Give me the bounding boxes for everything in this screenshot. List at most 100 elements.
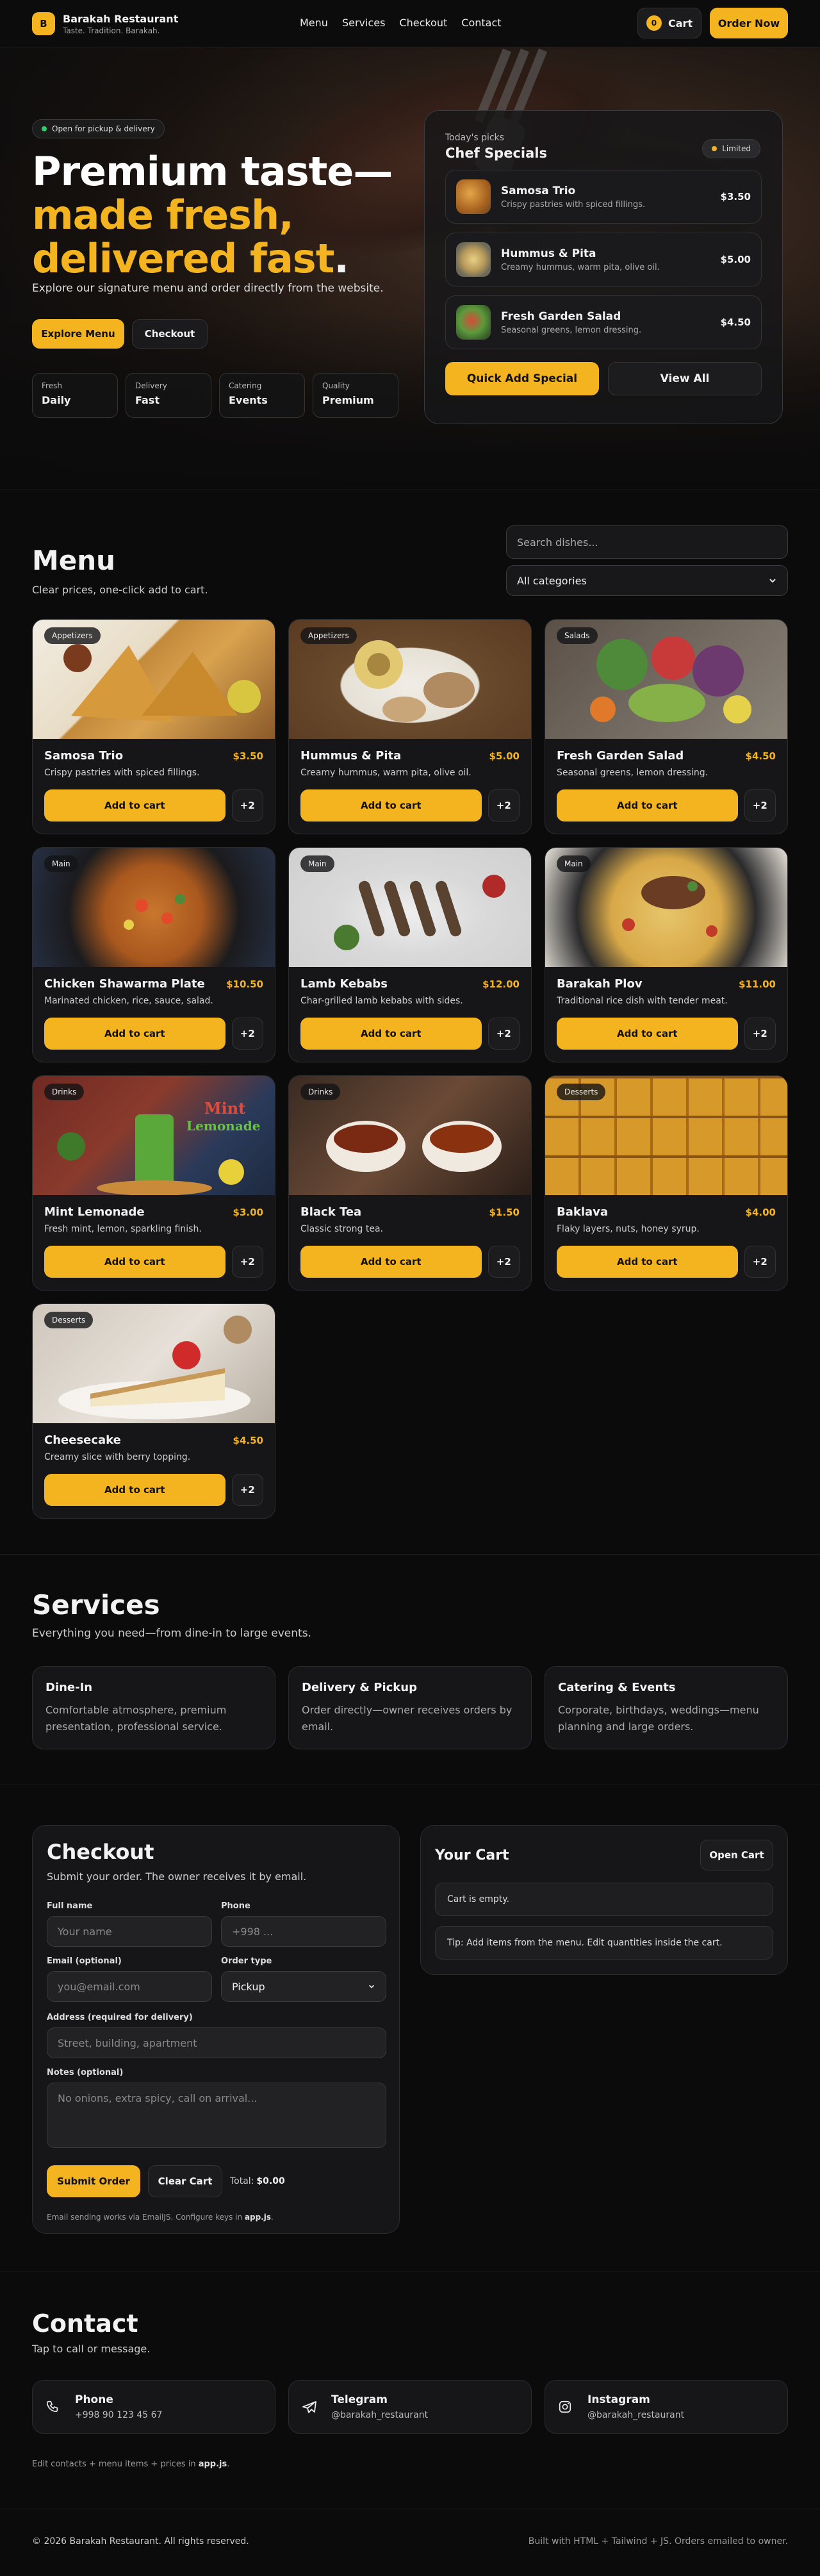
menu-item-desc: Crispy pastries with spiced fillings. — [44, 768, 200, 778]
category-select-value: All categories — [517, 574, 587, 587]
add-to-cart-button[interactable]: Add to cart — [557, 789, 738, 822]
category-tag: Desserts — [557, 1084, 606, 1100]
nav-checkout[interactable]: Checkout — [399, 17, 447, 29]
menu-card-image: Drinks — [289, 1076, 531, 1195]
brand: Barakah Restaurant Taste. Tradition. Bar… — [63, 13, 178, 35]
limited-text: Limited — [722, 144, 751, 153]
order-type-value: Pickup — [232, 1980, 265, 1993]
open-cart-button[interactable]: Open Cart — [700, 1840, 773, 1870]
menu-card: Appetizers Samosa Trio $3.50 Crispy pastr… — [32, 619, 275, 834]
add-two-button[interactable]: +2 — [231, 1246, 263, 1278]
address-field[interactable]: Street, building, apartment — [47, 2027, 386, 2058]
service-title: Catering & Events — [558, 1681, 676, 1694]
order-type-select[interactable]: Pickup — [221, 1971, 386, 2002]
stat-label: Fresh — [42, 381, 62, 390]
phone-field[interactable]: +998 ... — [221, 1916, 386, 1947]
menu-title: Menu — [32, 545, 116, 576]
special-info: Fresh Garden Salad Seasonal greens, lemon… — [501, 310, 721, 335]
add-two-button[interactable]: +2 — [488, 1246, 520, 1278]
quick-add-special-button[interactable]: Quick Add Special — [445, 362, 599, 395]
add-two-button[interactable]: +2 — [744, 789, 776, 822]
menu-card-image: Mint Lemonade Drinks — [33, 1076, 275, 1195]
add-to-cart-button[interactable]: Add to cart — [44, 789, 226, 822]
category-tag: Main — [557, 855, 591, 872]
special-name: Hummus & Pita — [501, 247, 596, 260]
category-select[interactable]: All categories — [506, 565, 788, 596]
add-to-cart-button[interactable]: Add to cart — [300, 1246, 482, 1278]
field-group: Address (required for delivery) Street, b… — [47, 2013, 386, 2058]
add-to-cart-button[interactable]: Add to cart — [300, 1018, 482, 1050]
add-two-button[interactable]: +2 — [231, 1018, 263, 1050]
menu-card-body: Baklava $4.00 Flaky layers, nuts, honey s… — [545, 1195, 787, 1288]
menu-card-image: Desserts — [545, 1076, 787, 1195]
add-two-button[interactable]: +2 — [488, 1018, 520, 1050]
menu-item-desc: Seasonal greens, lemon dressing. — [557, 768, 709, 778]
logo[interactable]: B — [32, 12, 55, 35]
view-all-button[interactable]: View All — [607, 362, 762, 395]
order-type-label: Order type — [221, 1956, 272, 1966]
note-suffix: . — [227, 2459, 230, 2469]
nav-services[interactable]: Services — [342, 17, 385, 29]
hero-title-period: . — [334, 235, 349, 282]
cart-panel: Your Cart Open Cart Cart is empty. Tip: … — [420, 1825, 788, 1975]
add-two-button[interactable]: +2 — [488, 789, 520, 822]
menu-card: Appetizers Hummus & Pita $5.00 Creamy hum… — [288, 619, 532, 834]
menu-card-image: Appetizers — [33, 620, 275, 739]
menu-card-body: Cheesecake $4.50 Creamy slice with berry … — [33, 1423, 275, 1516]
contact-card-phone[interactable]: Phone +998 90 123 45 67 — [32, 2380, 275, 2434]
menu-card-header: Samosa Trio $3.50 — [44, 749, 263, 763]
menu-item-price: $4.50 — [233, 1434, 263, 1446]
add-to-cart-button[interactable]: Add to cart — [44, 1018, 226, 1050]
menu-card-header: Fresh Garden Salad $4.50 — [557, 749, 776, 763]
nav-contact[interactable]: Contact — [461, 17, 501, 29]
emailjs-note: Email sending works via EmailJS. Configu… — [47, 2213, 386, 2222]
add-two-button[interactable]: +2 — [231, 789, 263, 822]
cart-button[interactable]: 0 Cart — [637, 8, 701, 38]
add-to-cart-button[interactable]: Add to cart — [557, 1018, 738, 1050]
explore-menu-button[interactable]: Explore Menu — [32, 319, 124, 349]
menu-card: Main Lamb Kebabs $12.00 Char-grilled lamb… — [288, 847, 532, 1062]
name-field[interactable]: Your name — [47, 1916, 212, 1947]
field-group: Order type Pickup — [221, 1956, 386, 2002]
menu-item-price: $3.50 — [233, 750, 263, 762]
form-row: Email (optional) you@email.com Order type… — [47, 1956, 386, 2002]
clear-cart-button[interactable]: Clear Cart — [148, 2165, 222, 2197]
add-to-cart-button[interactable]: Add to cart — [557, 1246, 738, 1278]
brand-name: Barakah Restaurant — [63, 12, 179, 25]
service-card-dine-in: Dine-In Comfortable atmosphere, premium p… — [32, 1666, 275, 1749]
menu-item-name: Hummus & Pita — [300, 749, 402, 763]
email-field[interactable]: you@email.com — [47, 1971, 212, 2002]
total-value: $0.00 — [256, 2176, 285, 2186]
menu-card-actions: Add to cart +2 — [44, 789, 263, 822]
order-now-button[interactable]: Order Now — [710, 8, 788, 38]
add-two-button[interactable]: +2 — [231, 1474, 263, 1506]
contact-card-telegram[interactable]: Telegram @barakah_restaurant — [288, 2380, 532, 2434]
notes-textarea[interactable]: No onions, extra spicy, call on arrival.… — [47, 2083, 386, 2148]
category-tag: Main — [44, 855, 78, 872]
menu-card-actions: Add to cart +2 — [557, 1246, 776, 1278]
field-group: Phone +998 ... — [221, 1901, 386, 1947]
limited-dot-icon — [712, 146, 718, 151]
menu-card-actions: Add to cart +2 — [300, 1018, 520, 1050]
menu-heading: Menu Clear prices, one-click add to cart… — [32, 545, 208, 596]
nav-menu[interactable]: Menu — [300, 17, 328, 29]
add-to-cart-button[interactable]: Add to cart — [44, 1246, 226, 1278]
special-item[interactable]: Fresh Garden Salad Seasonal greens, lemon… — [445, 295, 762, 349]
limited-badge: Limited — [702, 139, 760, 158]
cart-empty-message: Cart is empty. — [435, 1883, 773, 1916]
add-to-cart-button[interactable]: Add to cart — [44, 1474, 226, 1506]
hero-checkout-button[interactable]: Checkout — [132, 319, 208, 349]
contact-card-instagram[interactable]: Instagram @barakah_restaurant — [545, 2380, 788, 2434]
add-to-cart-button[interactable]: Add to cart — [300, 789, 482, 822]
contact-title-text: Phone — [75, 2393, 113, 2406]
submit-order-button[interactable]: Submit Order — [47, 2165, 140, 2197]
special-item[interactable]: Hummus & Pita Creamy hummus, warm pita, o… — [445, 233, 762, 286]
special-price: $4.50 — [720, 317, 751, 328]
search-input[interactable]: Search dishes... — [506, 525, 788, 559]
add-two-button[interactable]: +2 — [744, 1246, 776, 1278]
special-desc: Crispy pastries with spiced fillings. — [501, 199, 646, 210]
menu-card-actions: Add to cart +2 — [557, 1018, 776, 1050]
add-two-button[interactable]: +2 — [744, 1018, 776, 1050]
special-item[interactable]: Samosa Trio Crispy pastries with spiced f… — [445, 170, 762, 224]
menu-item-desc: Flaky layers, nuts, honey syrup. — [557, 1224, 700, 1234]
